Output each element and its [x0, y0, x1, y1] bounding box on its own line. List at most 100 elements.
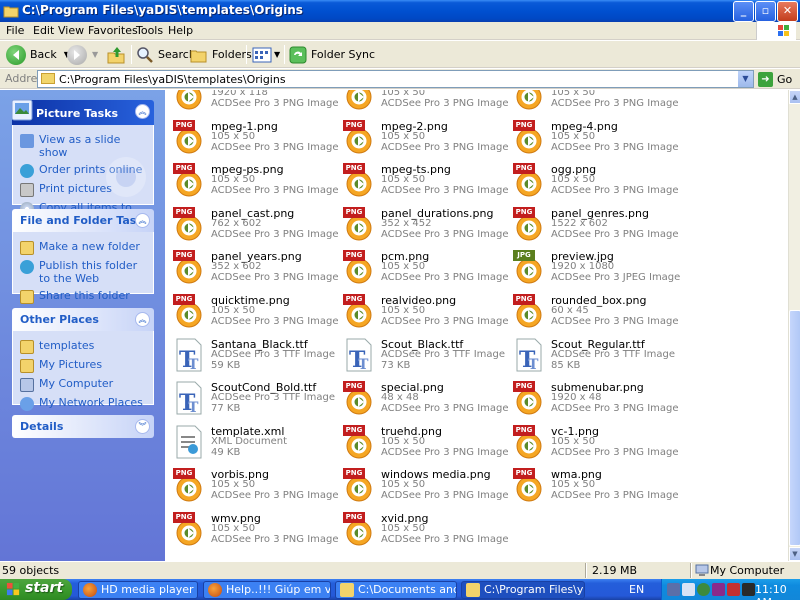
file-item[interactable]: PNG special.png 48 x 48 ACDSee Pro 3 PNG Im…	[341, 380, 511, 422]
file-item[interactable]: PNG realvideo.png 105 x 50 ACDSee Pro 3 PNG…	[341, 293, 511, 335]
forward-dropdown-icon[interactable]: ▼	[92, 50, 98, 59]
file-item[interactable]: PNGmp4.png105 x 50ACDSee Pro 3 PNG Image	[511, 90, 681, 117]
maximize-button[interactable]: ▫	[755, 1, 776, 22]
taskbar-item-program-files[interactable]: C:\Program Files\yaD...	[461, 581, 585, 599]
file-item[interactable]: PNGmp3.png105 x 50ACDSee Pro 3 PNG Image	[341, 90, 511, 117]
views-button[interactable]: ▼	[252, 43, 280, 66]
title-bar[interactable]: C:\Program Files\yaDIS\templates\Origins…	[0, 0, 800, 22]
task-make-folder[interactable]: Make a new folder	[13, 238, 153, 257]
picture-tasks-header[interactable]: Picture Tasks ︽	[11, 99, 154, 125]
scroll-down-icon[interactable]: ▼	[789, 547, 800, 561]
menu-edit[interactable]: Edit	[33, 24, 54, 37]
png-file-icon: PNG	[511, 90, 547, 111]
file-item[interactable]: PNG mpeg-4.png 105 x 50 ACDSee Pro 3 PNG Im…	[511, 119, 681, 161]
menu-help[interactable]: Help	[168, 24, 193, 37]
file-detail: ACDSee Pro 3 TTF Image	[211, 348, 336, 360]
file-detail: ACDSee Pro 3 PNG Image	[381, 490, 509, 502]
file-item[interactable]: PNG truehd.png 105 x 50 ACDSee Pro 3 PNG Im…	[341, 424, 511, 466]
file-item[interactable]: T T Scout_Black.ttf ACDSee Pro 3 TTF Image 7…	[341, 337, 511, 379]
file-item[interactable]: PNG panel_years.png 352 x 602 ACDSee Pro 3 …	[171, 249, 341, 291]
file-item[interactable]: PNG panel_genres.png 1522 x 602 ACDSee Pro …	[511, 206, 681, 248]
file-item[interactable]: PNG vc-1.png 105 x 50 ACDSee Pro 3 PNG Imag…	[511, 424, 681, 466]
back-button[interactable]: Back ▼	[6, 43, 70, 66]
utility-tray-icon[interactable]	[742, 583, 755, 596]
file-item[interactable]: T T ScoutCond_Bold.ttf ACDSee Pro 3 TTF Ima…	[171, 380, 341, 422]
app-tray-icon[interactable]	[712, 583, 725, 596]
collapse-icon[interactable]: ︽	[135, 104, 150, 119]
file-item[interactable]: PNG wma.png 105 x 50 ACDSee Pro 3 PNG Image	[511, 467, 681, 509]
file-item[interactable]: PNG windows media.png 105 x 50 ACDSee Pro 3…	[341, 467, 511, 509]
file-item[interactable]: PNG rounded_box.png 60 x 45 ACDSee Pro 3 PN…	[511, 293, 681, 335]
collapse-icon[interactable]: ︽	[135, 312, 150, 327]
camera-watermark-icon	[106, 157, 146, 197]
file-item[interactable]: PNG quicktime.png 105 x 50 ACDSee Pro 3 PNG…	[171, 293, 341, 335]
language-indicator[interactable]: EN	[629, 583, 644, 596]
search-button[interactable]: Search	[136, 43, 196, 66]
scroll-up-icon[interactable]: ▲	[789, 90, 800, 104]
place-templates[interactable]: templates	[13, 337, 153, 356]
file-item[interactable]: T T Santana_Black.ttf ACDSee Pro 3 TTF Imag…	[171, 337, 341, 379]
file-item[interactable]: PNG xvid.png 105 x 50 ACDSee Pro 3 PNG Imag…	[341, 511, 511, 553]
file-item[interactable]: PNG wmv.png 105 x 50 ACDSee Pro 3 PNG Image	[171, 511, 341, 553]
taskbar-item-help[interactable]: Help..!!! Giúp em về ...	[203, 581, 331, 599]
address-dropdown-icon[interactable]: ▼	[737, 71, 753, 87]
close-button[interactable]: ✕	[777, 1, 798, 22]
file-folder-tasks-header[interactable]: File and Folder Tasks ︽	[12, 209, 154, 232]
file-item[interactable]: PNG panel_cast.png 762 x 602 ACDSee Pro 3 P…	[171, 206, 341, 248]
file-item[interactable]: PNG panel_durations.png 352 x 452 ACDSee Pr…	[341, 206, 511, 248]
place-my-pictures[interactable]: My Pictures	[13, 356, 153, 375]
taskbar-item-documents[interactable]: C:\Documents and Se...	[335, 581, 457, 599]
address-path[interactable]: C:\Program Files\yaDIS\templates\Origins	[59, 73, 286, 86]
menu-tools[interactable]: Tools	[136, 24, 163, 37]
file-detail: ACDSee Pro 3 PNG Image	[381, 185, 509, 197]
file-item[interactable]: PNG vorbis.png 105 x 50 ACDSee Pro 3 PNG Im…	[171, 467, 341, 509]
menu-favorites[interactable]: Favorites	[88, 24, 138, 37]
folders-button[interactable]: Folders	[190, 43, 252, 66]
file-detail: ACDSee Pro 3 PNG Image	[381, 403, 509, 415]
file-item[interactable]: T T Scout_Regular.ttf ACDSee Pro 3 TTF Imag…	[511, 337, 681, 379]
scroll-thumb[interactable]	[789, 310, 800, 546]
other-places-header[interactable]: Other Places ︽	[12, 308, 154, 331]
file-item[interactable]: template.xml XML Document 49 KB	[171, 424, 341, 466]
details-header[interactable]: Details ︾	[12, 415, 154, 438]
up-folder-button[interactable]	[106, 43, 126, 66]
task-share-folder[interactable]: Share this folder	[13, 287, 153, 306]
file-item[interactable]: PNG ogg.png 105 x 50 ACDSee Pro 3 PNG Image	[511, 162, 681, 204]
expand-icon[interactable]: ︾	[135, 419, 150, 434]
file-item[interactable]: JPG preview.jpg 1920 x 1080 ACDSee Pro 3 JP…	[511, 249, 681, 291]
file-item[interactable]: PNG mpeg-ps.png 105 x 50 ACDSee Pro 3 PNG I…	[171, 162, 341, 204]
folder-sync-button[interactable]: Folder Sync	[289, 43, 375, 66]
file-item[interactable]: PNG pcm.png 105 x 50 ACDSee Pro 3 PNG Image	[341, 249, 511, 291]
antivirus-tray-icon[interactable]	[727, 583, 740, 596]
file-item[interactable]: PNG mpeg-2.png 105 x 50 ACDSee Pro 3 PNG Im…	[341, 119, 511, 161]
png-file-icon: PNG	[171, 206, 207, 242]
file-detail: 105 x 50	[381, 435, 426, 447]
file-item[interactable]: PNGmenubarbk.png1920 x 118ACDSee Pro 3 P…	[171, 90, 341, 117]
minimize-button[interactable]: _	[733, 1, 754, 22]
details-panel: Details ︾	[12, 415, 154, 438]
menu-view[interactable]: View	[58, 24, 84, 37]
address-input[interactable]: C:\Program Files\yaDIS\templates\Origins…	[37, 70, 754, 88]
forward-button[interactable]: ▼	[67, 43, 98, 66]
file-detail: ACDSee Pro 3 PNG Image	[551, 403, 679, 415]
file-item[interactable]: PNG mpeg-1.png 105 x 50 ACDSee Pro 3 PNG Im…	[171, 119, 341, 161]
taskbar-item-hd-media-player[interactable]: HD media player - Mo...	[78, 581, 198, 599]
task-publish-web[interactable]: Publish this folder to the Web	[13, 257, 153, 287]
file-item[interactable]: PNG submenubar.png 1920 x 48 ACDSee Pro 3 P…	[511, 380, 681, 422]
volume-tray-icon[interactable]	[682, 583, 695, 596]
file-detail: ACDSee Pro 3 PNG Image	[381, 141, 509, 153]
file-item[interactable]: PNG mpeg-ts.png 105 x 50 ACDSee Pro 3 PNG I…	[341, 162, 511, 204]
start-button[interactable]: start	[0, 579, 72, 600]
file-detail: 105 x 50	[381, 90, 426, 98]
views-dropdown-icon[interactable]: ▼	[274, 50, 280, 59]
vertical-scrollbar[interactable]: ▲ ▼	[788, 90, 800, 561]
go-button[interactable]: ➜ Go	[758, 71, 792, 87]
place-my-network[interactable]: My Network Places	[13, 394, 153, 413]
collapse-icon[interactable]: ︽	[135, 213, 150, 228]
network-tray-icon[interactable]	[667, 583, 680, 596]
place-my-computer[interactable]: My Computer	[13, 375, 153, 394]
menu-file[interactable]: File	[6, 24, 24, 37]
png-file-icon: PNG	[511, 293, 547, 329]
security-tray-icon[interactable]	[697, 583, 710, 596]
png-file-icon: PNG	[341, 380, 377, 416]
